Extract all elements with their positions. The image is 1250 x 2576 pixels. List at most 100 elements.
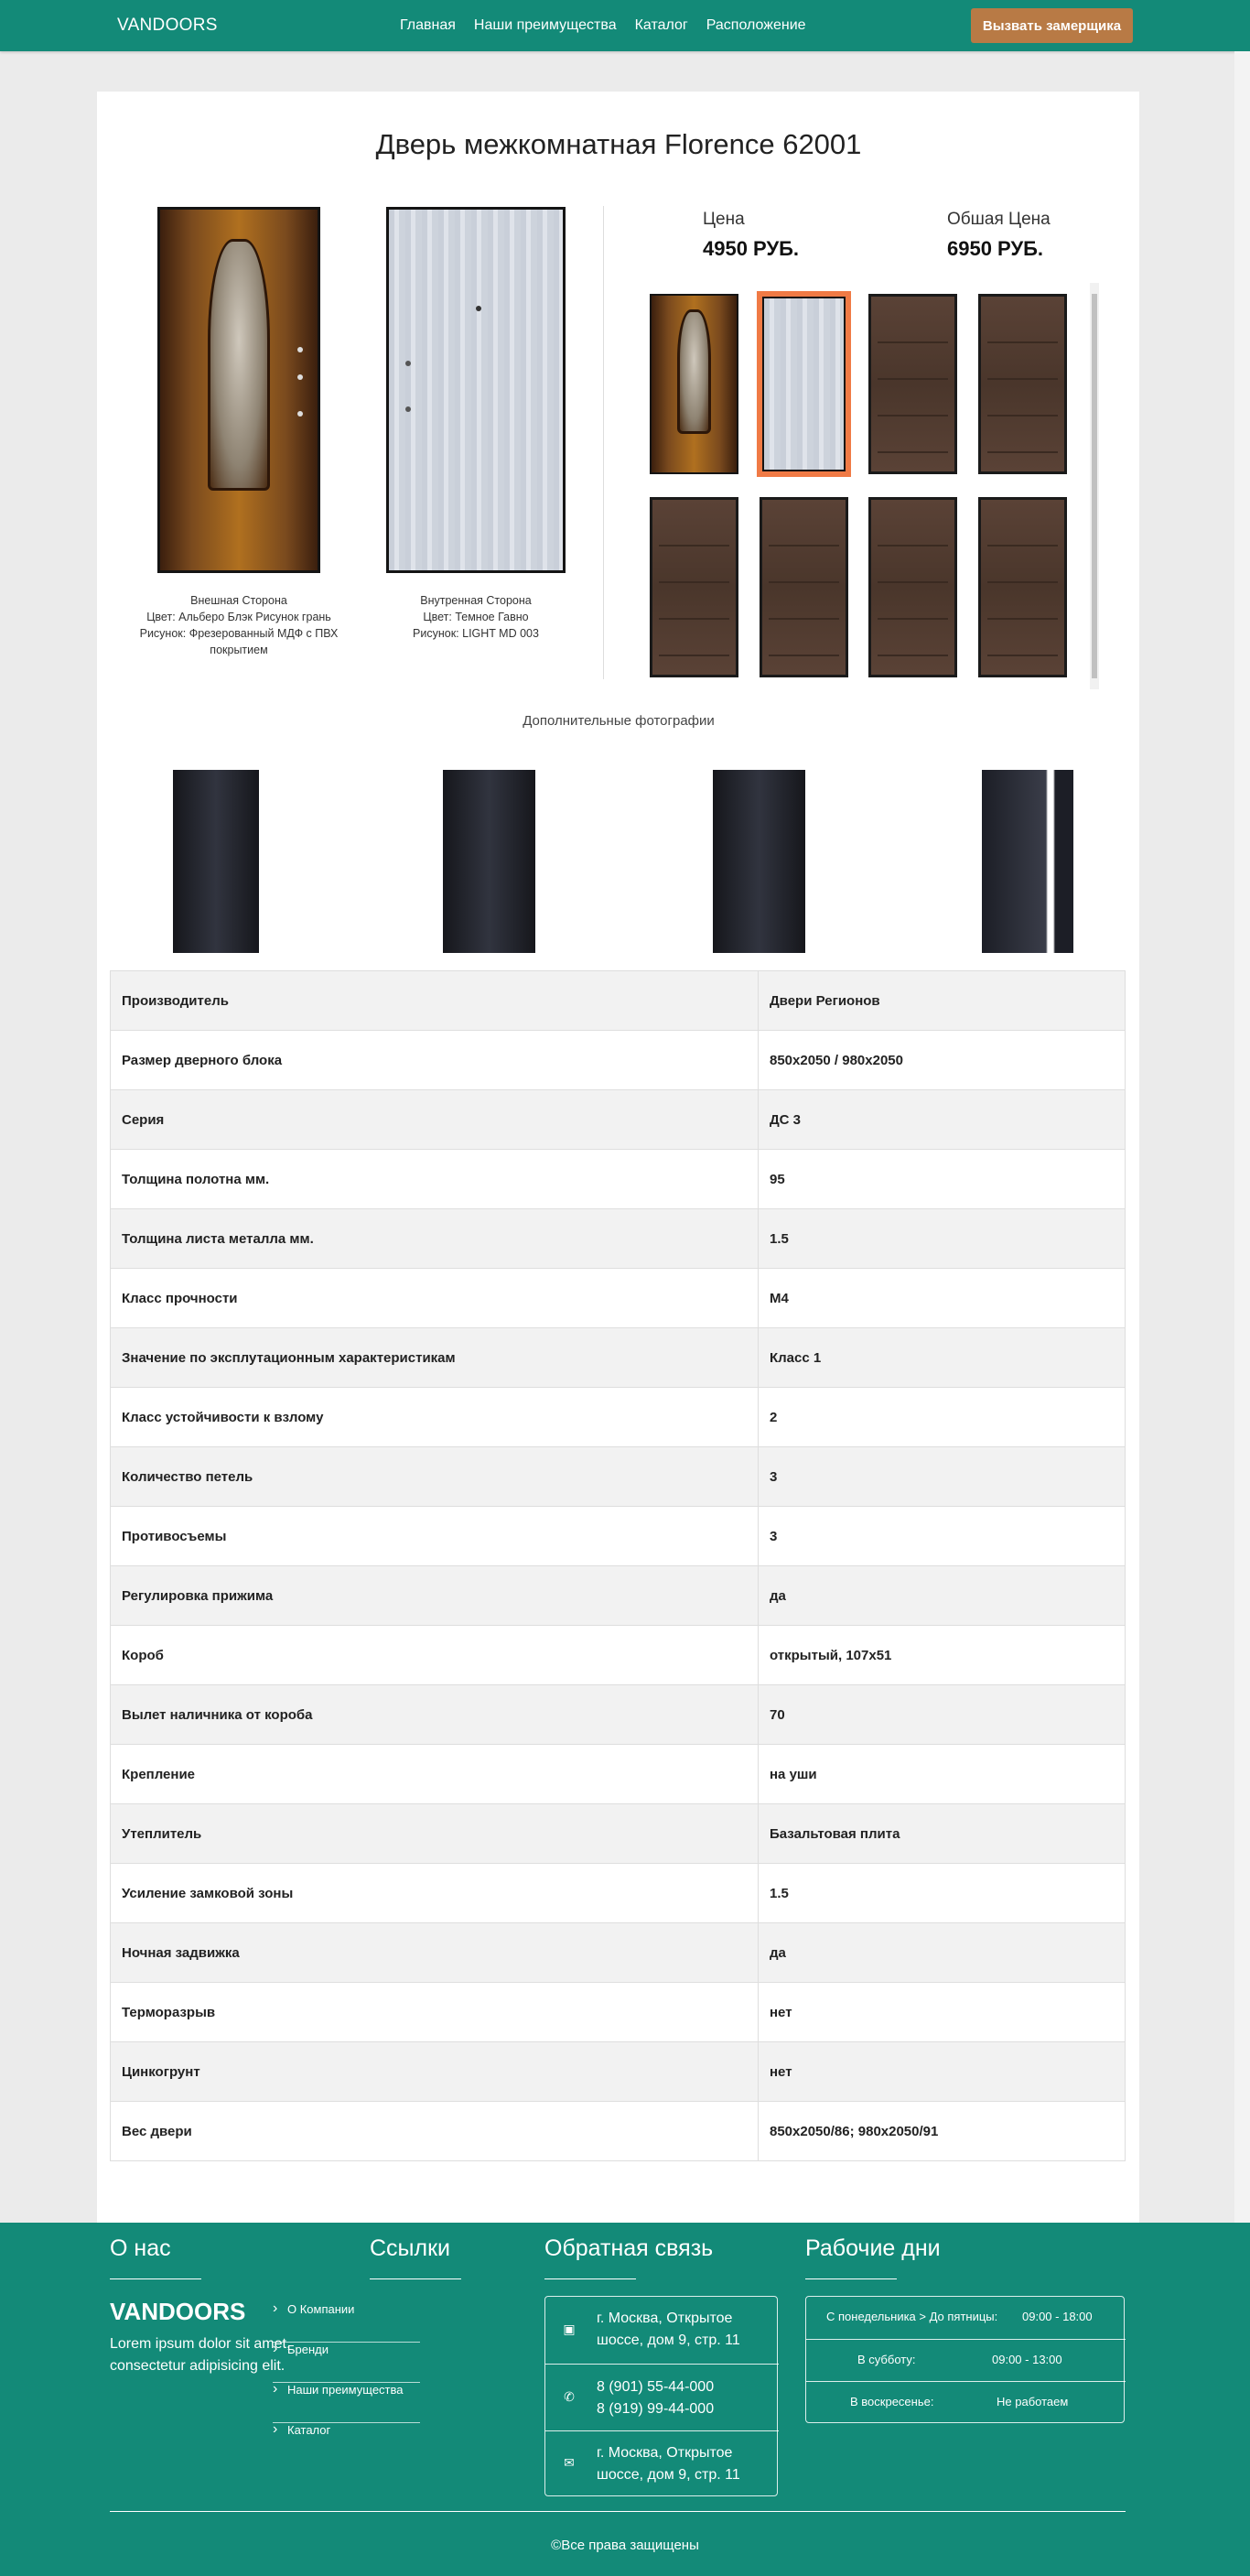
spec-value: 3 xyxy=(758,1506,1126,1566)
nav-advantages[interactable]: Наши преимущества xyxy=(474,17,617,34)
hours-weekdays-value: 09:00 - 18:00 xyxy=(1022,2310,1093,2323)
inner-caption-title: Внутренная Сторона xyxy=(420,594,532,607)
door-thumbnail[interactable] xyxy=(975,291,1070,477)
door-thumbnail[interactable] xyxy=(866,291,960,477)
product-title: Дверь межкомнатная Florence 62001 xyxy=(375,128,862,160)
spec-value: Класс 1 xyxy=(758,1327,1126,1388)
footer-link-advantages[interactable]: Наши преимущества xyxy=(273,2381,420,2423)
spec-name: Класс устойчивости к взлому xyxy=(110,1387,759,1447)
spec-name: Количество петель xyxy=(110,1446,759,1507)
spec-name: Противосъемы xyxy=(110,1506,759,1566)
spec-row: Класс устойчивости к взлому 2 xyxy=(110,1387,1126,1447)
door-thumbnail-selected[interactable] xyxy=(757,291,851,477)
spec-value: да xyxy=(758,1565,1126,1626)
contact-address: г. Москва, Открытое шоссе, дом 9, стр. 1… xyxy=(597,2311,740,2348)
spec-value: 2 xyxy=(758,1387,1126,1447)
door-inner-image xyxy=(386,207,566,573)
footer-link-about[interactable]: О Компании xyxy=(273,2300,420,2343)
spec-name: Регулировка прижима xyxy=(110,1565,759,1626)
outer-caption: Внешная Сторона Цвет: Альберо Блэк Рисун… xyxy=(128,592,350,658)
spec-row: Значение по эксплутационным характеристи… xyxy=(110,1327,1126,1388)
spec-value: на уши xyxy=(758,1744,1126,1804)
nav-location[interactable]: Расположение xyxy=(706,17,806,34)
contact-box: ▣ г. Москва, Открытое шоссе, дом 9, стр.… xyxy=(544,2296,779,2496)
footer-brand: VANDOORS xyxy=(110,2298,246,2325)
copyright: ©Все права защищены xyxy=(551,2538,699,2553)
spec-value: ДС 3 xyxy=(758,1089,1126,1150)
contact-phone-2[interactable]: 8 (919) 99-44-000 xyxy=(597,2398,714,2420)
page-scrollbar[interactable] xyxy=(1234,51,1250,2223)
spec-name: Утеплитель xyxy=(110,1803,759,1864)
hours-sunday-label: В воскресенье: xyxy=(850,2395,934,2408)
hours-heading: Рабочие дни xyxy=(805,2235,941,2261)
spec-value: 1.5 xyxy=(758,1208,1126,1269)
door-outer-image xyxy=(157,207,320,573)
hours-saturday-value: 09:00 - 13:00 xyxy=(992,2353,1062,2366)
envelope-icon: ✉ xyxy=(564,2455,575,2470)
door-thumbnail[interactable] xyxy=(647,494,741,680)
divider xyxy=(603,206,604,679)
extra-photo[interactable] xyxy=(443,770,535,953)
outer-caption-pattern: Рисунок: Фрезерованный МДФ с ПВХ покрыти… xyxy=(139,627,339,656)
links-heading: Ссылки xyxy=(370,2235,451,2261)
spec-name: Класс прочности xyxy=(110,1268,759,1328)
spec-row: Размер дверного блока 850х2050 / 980х2050 xyxy=(110,1030,1126,1090)
spec-row: Противосъемы 3 xyxy=(110,1506,1126,1566)
extra-photo[interactable] xyxy=(173,770,259,953)
brand-logo[interactable]: VANDOORS xyxy=(117,16,218,36)
spec-value: 850х2050/86; 980х2050/91 xyxy=(758,2101,1126,2161)
about-heading: О нас xyxy=(110,2235,171,2261)
spec-value: Двери Регионов xyxy=(758,970,1126,1031)
outer-caption-color: Цвет: Альберо Блэк Рисунок грань xyxy=(146,611,331,623)
spec-row: Регулировка прижима да xyxy=(110,1565,1126,1626)
inner-caption-pattern: Рисунок: LIGHT MD 003 xyxy=(413,627,539,640)
door-thumbnail[interactable] xyxy=(757,494,851,680)
inner-caption-color: Цвет: Темное Гавно xyxy=(423,611,529,623)
nav-catalog[interactable]: Каталог xyxy=(635,17,688,34)
spec-row: Цинкогрунт нет xyxy=(110,2041,1126,2102)
outer-caption-title: Внешная Сторона xyxy=(190,594,287,607)
call-measurer-button[interactable]: Вызвать замерщика xyxy=(971,8,1133,43)
spec-row: Утеплитель Базальтовая плита xyxy=(110,1803,1126,1864)
hours-weekdays-label: С понедельника > До пятницы: xyxy=(826,2310,998,2323)
total-price-value: 6950 РУБ. xyxy=(947,237,1044,260)
extra-photo[interactable] xyxy=(982,770,1073,953)
hours-saturday-label: В субботу: xyxy=(857,2353,916,2366)
spec-value: открытый, 107х51 xyxy=(758,1625,1126,1685)
spec-name: Терморазрыв xyxy=(110,1982,759,2042)
hours-sunday-value: Не работаем xyxy=(997,2395,1069,2408)
spec-row: Вылет наличника от короба 70 xyxy=(110,1684,1126,1745)
spec-value: 95 xyxy=(758,1149,1126,1209)
spec-row: Терморазрыв нет xyxy=(110,1982,1126,2042)
spec-row: Количество петель 3 xyxy=(110,1446,1126,1507)
nav-home[interactable]: Главная xyxy=(400,17,456,34)
footer-link-brands[interactable]: Бренди xyxy=(273,2341,420,2383)
spec-value: 1.5 xyxy=(758,1863,1126,1923)
door-thumbnail[interactable] xyxy=(647,291,741,477)
door-thumbnail[interactable] xyxy=(866,494,960,680)
footer-link-catalog[interactable]: Каталог xyxy=(273,2421,420,2463)
extra-photo[interactable] xyxy=(713,770,805,953)
building-icon: ▣ xyxy=(563,2322,576,2336)
contact-heading: Обратная связь xyxy=(544,2235,714,2261)
thumbnails-scrollbar[interactable] xyxy=(1090,283,1099,689)
spec-row: Усиление замковой зоны 1.5 xyxy=(110,1863,1126,1923)
spec-row: Производитель Двери Регионов xyxy=(110,970,1126,1031)
spec-row: Класс прочности М4 xyxy=(110,1268,1126,1328)
spec-row: Крепление на уши xyxy=(110,1744,1126,1804)
spec-row: Короб открытый, 107х51 xyxy=(110,1625,1126,1685)
price-label: Цена xyxy=(703,210,745,229)
spec-value: 70 xyxy=(758,1684,1126,1745)
spec-value: М4 xyxy=(758,1268,1126,1328)
main-nav: Главная Наши преимущества Каталог Распол… xyxy=(400,17,806,34)
total-price-label: Обшая Цена xyxy=(947,210,1051,229)
door-thumbnail[interactable] xyxy=(975,494,1070,680)
spec-value: нет xyxy=(758,2041,1126,2102)
spec-name: Вес двери xyxy=(110,2101,759,2161)
spec-row: Толщина листа металла мм. 1.5 xyxy=(110,1208,1126,1269)
spec-row: Толщина полотна мм. 95 xyxy=(110,1149,1126,1209)
contact-phone-1[interactable]: 8 (901) 55-44-000 xyxy=(597,2376,714,2398)
spec-name: Толщина полотна мм. xyxy=(110,1149,759,1209)
spec-value: 850х2050 / 980х2050 xyxy=(758,1030,1126,1090)
spec-value: да xyxy=(758,1922,1126,1983)
